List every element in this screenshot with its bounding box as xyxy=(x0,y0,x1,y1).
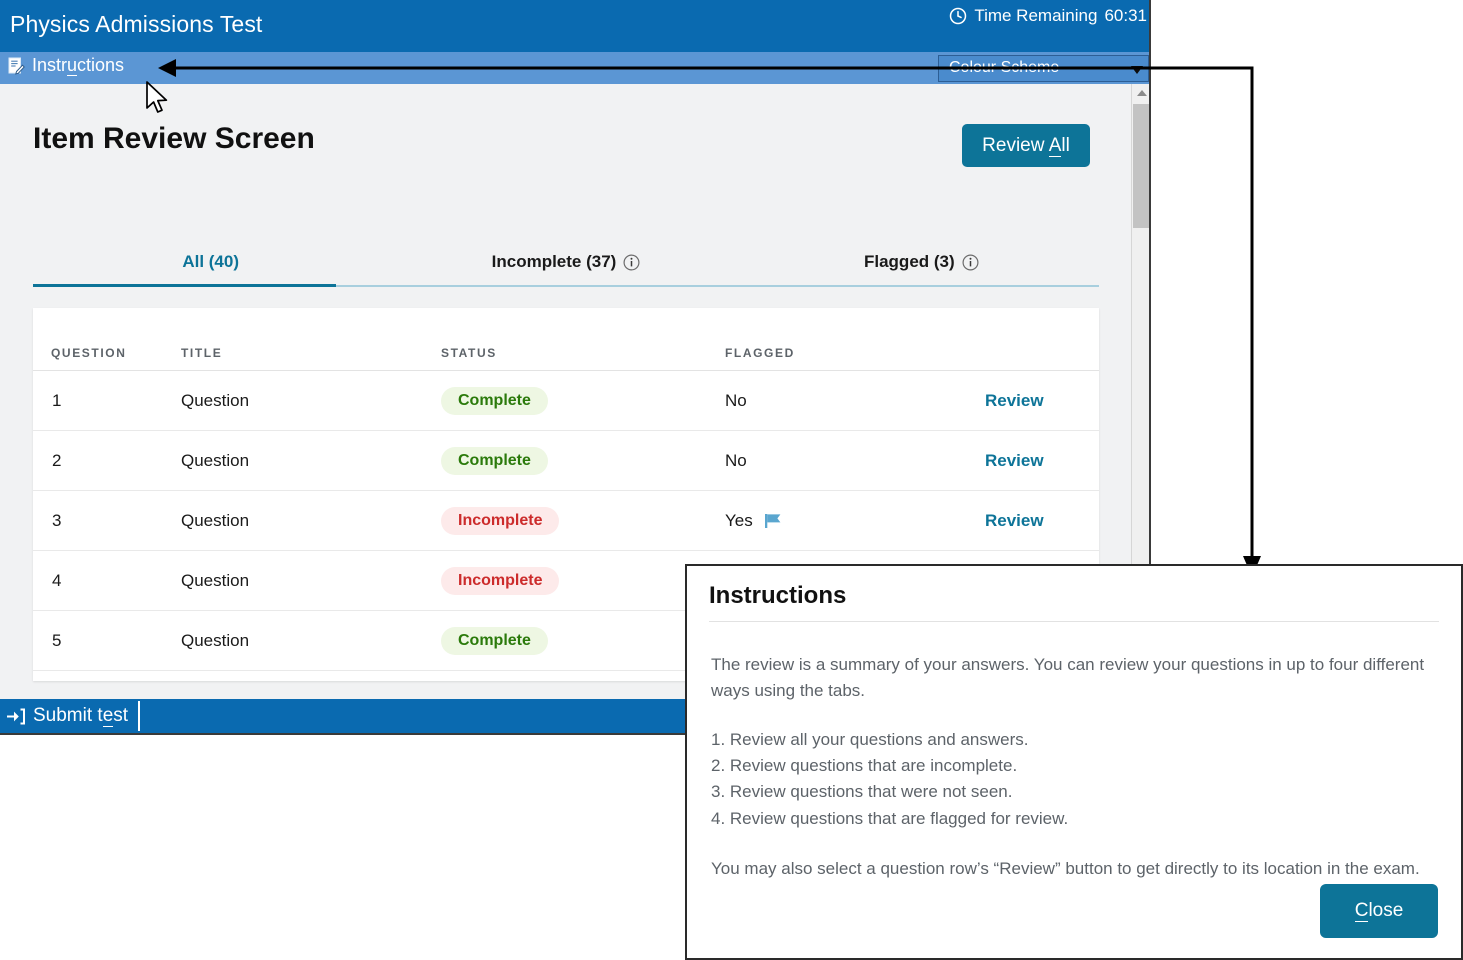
cell-flagged: Yes xyxy=(725,511,783,531)
submit-test-button[interactable]: Submit test xyxy=(6,701,140,731)
row-review-link[interactable]: Review xyxy=(985,391,1044,411)
submit-test-label: Submit test xyxy=(33,705,128,727)
info-icon[interactable] xyxy=(962,254,979,271)
tab-incomplete[interactable]: Incomplete (37) xyxy=(388,248,743,285)
cell-status: Complete xyxy=(441,387,548,415)
cell-status: Complete xyxy=(441,447,548,475)
column-header-status: STATUS xyxy=(441,346,497,360)
list-item: 3. Review questions that were not seen. xyxy=(711,779,1437,805)
exam-title: Physics Admissions Test xyxy=(10,11,262,38)
list-item: 4. Review questions that are flagged for… xyxy=(711,806,1437,832)
cell-title: Question xyxy=(181,631,249,651)
tab-flagged[interactable]: Flagged (3) xyxy=(744,248,1099,285)
cell-title: Question xyxy=(181,571,249,591)
list-item: 2. Review questions that are incomplete. xyxy=(711,753,1437,779)
cell-title: Question xyxy=(181,451,249,471)
cell-question: 1 xyxy=(52,391,61,411)
column-header-question: QUESTION xyxy=(51,346,126,360)
dialog-intro-text: The review is a summary of your answers.… xyxy=(711,652,1437,705)
table-row[interactable]: 2 Question Complete No Review xyxy=(33,431,1099,491)
status-badge: Complete xyxy=(441,447,548,475)
cell-question: 3 xyxy=(52,511,61,531)
tab-flagged-label: Flagged (3) xyxy=(864,252,955,272)
flagged-value: No xyxy=(725,451,747,471)
cell-question: 4 xyxy=(52,571,61,591)
instructions-label: Instructions xyxy=(32,55,124,76)
dialog-title: Instructions xyxy=(709,582,846,610)
active-tab-underline xyxy=(33,284,336,287)
review-all-button[interactable]: Review All xyxy=(962,124,1090,167)
dialog-outro-text: You may also select a question row’s “Re… xyxy=(711,856,1437,882)
document-pencil-icon xyxy=(8,57,25,75)
dialog-header: Instructions xyxy=(709,566,1439,622)
cell-flagged: No xyxy=(725,391,747,411)
tab-all[interactable]: All (40) xyxy=(33,248,388,285)
colour-scheme-dropdown[interactable]: Colour Scheme xyxy=(938,55,1149,82)
flagged-value: Yes xyxy=(725,511,753,531)
cell-flagged: No xyxy=(725,451,747,471)
tab-all-label: All (40) xyxy=(182,252,239,272)
title-bar: Physics Admissions Test Time Remaining 6… xyxy=(0,0,1151,52)
flagged-value: No xyxy=(725,391,747,411)
table-header-row: QUESTION TITLE STATUS FLAGGED xyxy=(33,308,1099,371)
tab-incomplete-label: Incomplete (37) xyxy=(492,252,617,272)
status-badge: Complete xyxy=(441,387,548,415)
cell-question: 2 xyxy=(52,451,61,471)
cell-status: Incomplete xyxy=(441,567,559,595)
timer-value: 60:31 xyxy=(1104,6,1147,26)
review-tabs: All (40) Incomplete (37) xyxy=(33,248,1099,287)
cell-title: Question xyxy=(181,511,249,531)
cell-question: 5 xyxy=(52,631,61,651)
row-review-link[interactable]: Review xyxy=(985,451,1044,471)
info-icon[interactable] xyxy=(623,254,640,271)
cell-status: Complete xyxy=(441,627,548,655)
scrollbar-thumb[interactable] xyxy=(1133,104,1151,228)
clock-icon xyxy=(949,7,967,25)
colour-scheme-label: Colour Scheme xyxy=(949,59,1059,77)
close-button[interactable]: Close xyxy=(1320,884,1438,938)
list-item: 1. Review all your questions and answers… xyxy=(711,727,1437,753)
time-remaining: Time Remaining 60:31 xyxy=(949,6,1147,26)
status-badge: Incomplete xyxy=(441,567,559,595)
timer-label: Time Remaining xyxy=(974,6,1097,26)
screenshot-root: Physics Admissions Test Time Remaining 6… xyxy=(0,0,1463,960)
table-row[interactable]: 1 Question Complete No Review xyxy=(33,371,1099,431)
row-review-link[interactable]: Review xyxy=(985,511,1044,531)
flag-icon xyxy=(763,512,783,530)
page-title: Item Review Screen xyxy=(33,122,315,156)
scroll-up-arrow-icon[interactable] xyxy=(1132,84,1151,102)
cell-title: Question xyxy=(181,391,249,411)
exit-arrow-icon xyxy=(6,708,25,725)
column-header-flagged: FLAGGED xyxy=(725,346,795,360)
status-badge: Complete xyxy=(441,627,548,655)
dialog-body: The review is a summary of your answers.… xyxy=(687,622,1461,882)
chevron-down-icon xyxy=(1131,66,1143,74)
table-row[interactable]: 3 Question Incomplete Yes xyxy=(33,491,1099,551)
cell-status: Incomplete xyxy=(441,507,559,535)
instructions-button[interactable]: Instructions xyxy=(8,55,124,76)
instructions-dialog: Instructions The review is a summary of … xyxy=(685,564,1463,960)
column-header-title: TITLE xyxy=(181,346,222,360)
dialog-instruction-list: 1. Review all your questions and answers… xyxy=(711,727,1437,832)
status-badge: Incomplete xyxy=(441,507,559,535)
